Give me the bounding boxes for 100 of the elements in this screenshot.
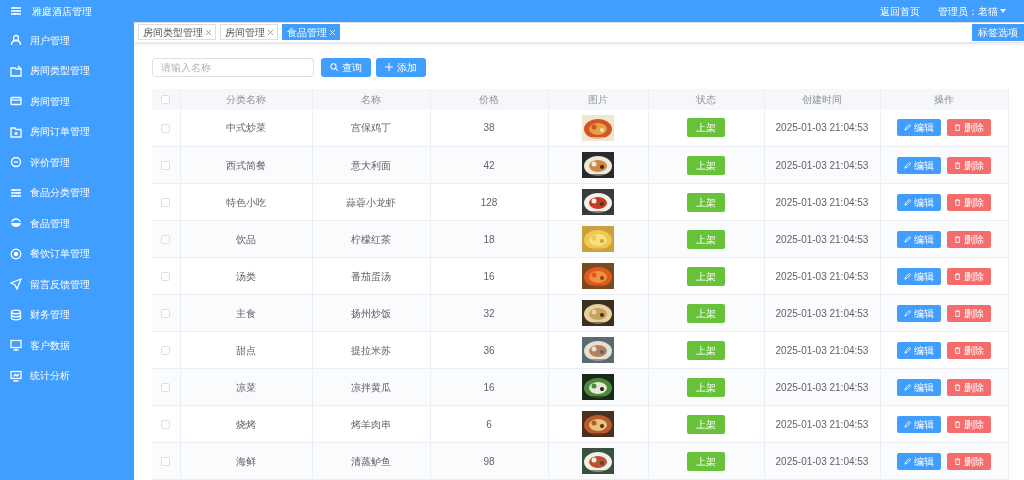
folder-icon — [10, 125, 22, 138]
delete-button[interactable]: 删除 — [947, 304, 991, 322]
table-cell: 2025-01-03 21:04:53 — [775, 159, 869, 171]
edit-icon — [904, 346, 911, 354]
sidebar-item[interactable]: 留言反馈管理 — [0, 269, 134, 300]
table-cell: 2025-01-03 21:04:53 — [775, 307, 869, 319]
delete-button[interactable]: 删除 — [947, 452, 991, 470]
sliders-icon — [10, 186, 22, 199]
trash-icon — [954, 161, 961, 169]
trash-icon — [954, 235, 961, 243]
tab[interactable]: 食品管理 — [282, 24, 340, 41]
trash-icon — [954, 272, 961, 280]
table-cell: 柠檬红茶 — [351, 233, 391, 245]
checkbox[interactable] — [161, 95, 171, 105]
bowl-icon — [10, 217, 22, 230]
add-button[interactable]: 添加 — [376, 57, 426, 77]
checkbox[interactable] — [161, 124, 171, 134]
table-cell: 16 — [483, 270, 495, 282]
table-cell: 清蒸鲈鱼 — [351, 455, 391, 467]
sidebar-item[interactable]: 餐饮订单管理 — [0, 238, 134, 269]
delete-button[interactable]: 删除 — [947, 415, 991, 433]
sidebar-item[interactable]: 房间类型管理 — [0, 55, 134, 86]
search-button[interactable]: 查询 — [321, 57, 371, 77]
trash-icon — [954, 383, 961, 391]
status-badge: 上架 — [687, 414, 725, 434]
tab[interactable]: 房间类型管理 — [138, 24, 216, 41]
table-cell: 烤羊肉串 — [351, 418, 391, 430]
trash-icon — [954, 309, 961, 317]
table-cell: 6 — [486, 418, 492, 430]
checkbox[interactable] — [161, 346, 171, 356]
sidebar-item[interactable]: 客户数据 — [0, 330, 134, 361]
status-badge: 上架 — [687, 155, 725, 175]
trash-icon — [954, 124, 961, 132]
checkbox[interactable] — [161, 383, 171, 393]
delete-button[interactable]: 删除 — [947, 230, 991, 248]
status-badge: 上架 — [687, 118, 725, 138]
delete-button[interactable]: 删除 — [947, 378, 991, 396]
sidebar-item[interactable]: 财务管理 — [0, 299, 134, 330]
tab[interactable]: 房间管理 — [220, 24, 278, 41]
checkbox[interactable] — [161, 198, 171, 208]
user-icon — [10, 34, 22, 47]
caret-icon — [1000, 9, 1006, 13]
table-cell: 饮品 — [236, 233, 256, 245]
checkbox[interactable] — [161, 272, 171, 282]
delete-button[interactable]: 删除 — [947, 341, 991, 359]
trash-icon — [954, 420, 961, 428]
checkbox[interactable] — [161, 457, 171, 467]
edit-icon — [904, 235, 911, 243]
edit-button[interactable]: 编辑 — [897, 341, 941, 359]
table-cell: 32 — [483, 307, 495, 319]
checkbox[interactable] — [161, 235, 171, 245]
sidebar-item[interactable]: 用户管理 — [0, 25, 134, 56]
sidebar-item[interactable]: 食品分类管理 — [0, 177, 134, 208]
delete-button[interactable]: 删除 — [947, 156, 991, 174]
status-badge: 上架 — [687, 340, 725, 360]
edit-button[interactable]: 编辑 — [897, 119, 941, 137]
table-cell: 甜点 — [236, 344, 256, 356]
delete-button[interactable]: 删除 — [947, 267, 991, 285]
table-cell: 2025-01-03 21:04:53 — [775, 344, 869, 356]
user-menu[interactable]: 管理员：老猫 — [938, 3, 1006, 19]
delete-button[interactable]: 删除 — [947, 193, 991, 211]
sidebar-item[interactable]: 统计分析 — [0, 360, 134, 391]
table-cell: 西式简餐 — [226, 159, 266, 171]
sidebar-item[interactable]: 房间订单管理 — [0, 116, 134, 147]
checkbox[interactable] — [161, 309, 171, 319]
tab-options-button[interactable]: 标签选项 — [972, 23, 1024, 41]
table-cell: 2025-01-03 21:04:53 — [775, 381, 869, 393]
sidebar-item[interactable]: 评价管理 — [0, 147, 134, 178]
delete-button[interactable]: 删除 — [947, 119, 991, 137]
edit-button[interactable]: 编辑 — [897, 230, 941, 248]
chat-icon — [10, 156, 22, 169]
edit-button[interactable]: 编辑 — [897, 304, 941, 322]
edit-icon — [904, 161, 911, 169]
sidebar-item[interactable]: 房间管理 — [0, 86, 134, 117]
table-cell: 蒜蓉小龙虾 — [346, 196, 396, 208]
search-field[interactable]: 请输入名称 — [152, 57, 314, 77]
table-cell: 凉拌黄瓜 — [351, 381, 391, 393]
edit-button[interactable]: 编辑 — [897, 267, 941, 285]
table-cell: 海鲜 — [236, 455, 256, 467]
edit-icon — [904, 420, 911, 428]
edit-button[interactable]: 编辑 — [897, 156, 941, 174]
checkbox[interactable] — [161, 161, 171, 171]
checkbox[interactable] — [161, 420, 171, 430]
edit-button[interactable]: 编辑 — [897, 415, 941, 433]
close-icon — [330, 29, 335, 35]
edit-icon — [904, 309, 911, 317]
table-cell: 特色小吃 — [226, 196, 266, 208]
trash-icon — [954, 457, 961, 465]
table-cell: 2025-01-03 21:04:53 — [775, 418, 869, 430]
edit-button[interactable]: 编辑 — [897, 378, 941, 396]
edit-button[interactable]: 编辑 — [897, 452, 941, 470]
header-link[interactable]: 返回首页 — [880, 3, 920, 19]
table-cell: 98 — [483, 455, 495, 467]
database-icon — [10, 308, 22, 321]
table-cell: 128 — [480, 196, 498, 208]
column-header: 分类名称 — [226, 93, 266, 105]
sidebar-item[interactable]: 食品管理 — [0, 208, 134, 239]
close-icon — [268, 29, 273, 35]
table-cell: 主食 — [236, 307, 256, 319]
edit-button[interactable]: 编辑 — [897, 193, 941, 211]
